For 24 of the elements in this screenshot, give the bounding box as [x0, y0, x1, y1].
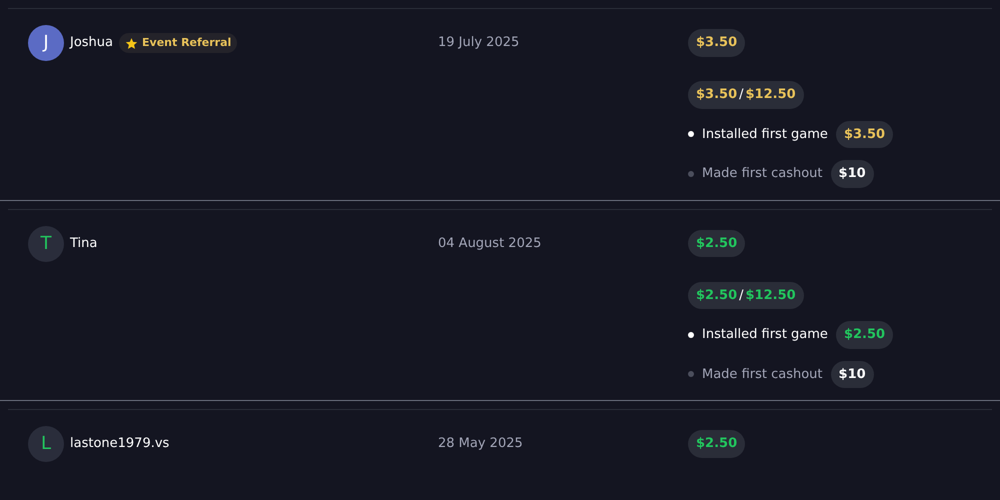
progress-amount: $3.50/$12.50 [688, 81, 804, 108]
event-referral-badge: Event Referral [119, 32, 238, 54]
avatar: T [28, 226, 64, 262]
milestone-amount: $10 [830, 160, 874, 188]
referral-date: 19 July 2025 [438, 34, 520, 52]
user-name: Tina [70, 234, 98, 253]
earned-amount: $3.50 [688, 29, 746, 57]
milestone-label: Installed first game [702, 326, 828, 344]
user-name: lastone1979.vs [70, 435, 170, 454]
progress-amount: $2.50/$12.50 [688, 282, 804, 309]
earned-amount: $2.50 [688, 430, 746, 458]
user-name: Joshua [70, 34, 114, 52]
earned-amount: $2.50 [688, 230, 746, 258]
referral-date: 04 August 2025 [438, 234, 542, 253]
milestone-amount: $3.50 [836, 120, 894, 148]
milestone-label: Made first cashout [702, 165, 823, 183]
avatar: L [28, 426, 64, 462]
milestone-label: Installed first game [702, 126, 828, 144]
avatar: J [28, 25, 64, 61]
referral-date: 28 May 2025 [438, 435, 524, 454]
milestone-amount: $2.50 [836, 321, 894, 348]
star-icon [125, 36, 138, 50]
milestone-label: Made first cashout [702, 366, 823, 384]
milestone-amount: $10 [830, 360, 874, 388]
